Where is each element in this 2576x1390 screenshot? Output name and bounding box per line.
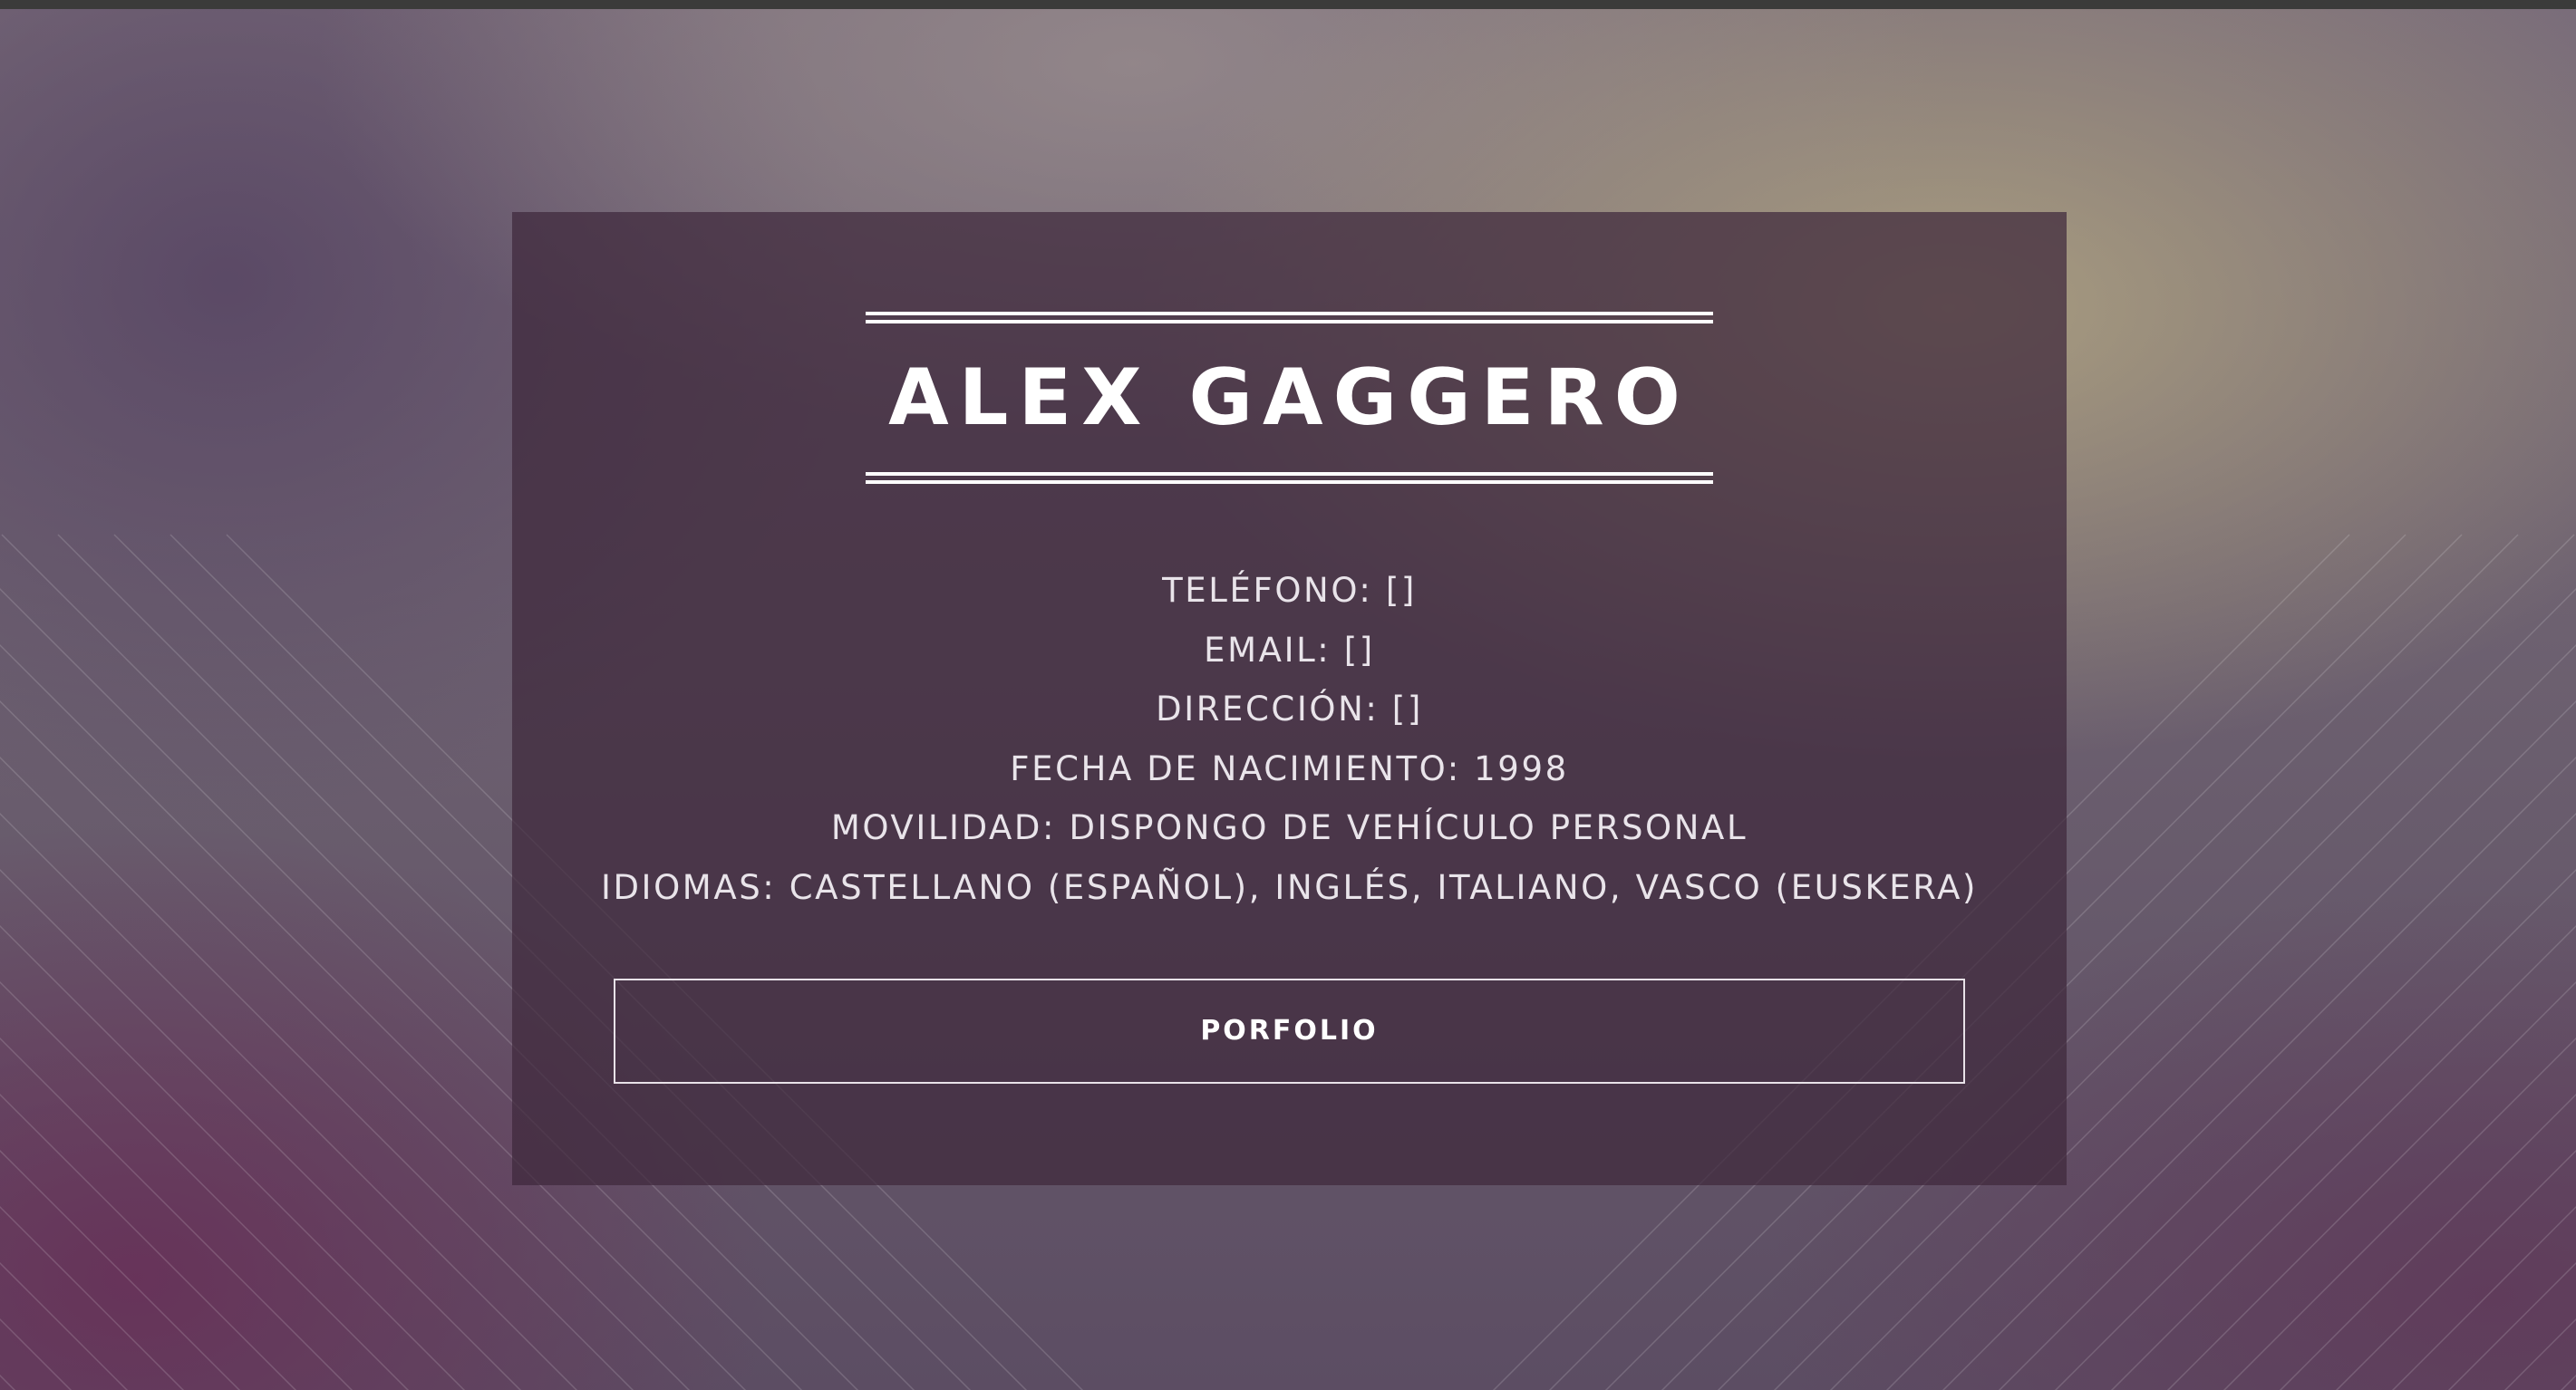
decorative-line [2447, 1261, 2576, 1390]
decorative-line [0, 1037, 353, 1390]
detail-address: DIRECCIÓN: [] [1156, 690, 1423, 729]
decorative-line [0, 924, 466, 1390]
decorative-line [0, 1149, 241, 1390]
page-title: ALEX GAGGERO [888, 352, 1690, 443]
decorative-line [2279, 1093, 2576, 1390]
decorative-line [0, 535, 9, 1390]
title-rule-bottom-2 [866, 480, 1713, 484]
portfolio-button[interactable]: PORFOLIO [614, 979, 1965, 1084]
decorative-line [2567, 535, 2576, 1390]
decorative-line [2166, 980, 2576, 1390]
decorative-line [2110, 924, 2576, 1390]
title-block: ALEX GAGGERO [866, 312, 1713, 484]
profile-card: ALEX GAGGERO TELÉFONO: [] EMAIL: [] DIRE… [512, 212, 2067, 1185]
decorative-line [2223, 1037, 2576, 1390]
detail-email: EMAIL: [] [1204, 630, 1375, 670]
title-rule-top-1 [866, 312, 1713, 315]
detail-languages: IDIOMAS: CASTELLANO (ESPAÑOL), INGLÉS, I… [600, 867, 1979, 907]
decorative-line [2391, 1205, 2576, 1390]
title-rule-bottom-1 [866, 472, 1713, 476]
detail-birth-date: FECHA DE NACIMIENTO: 1998 [1010, 748, 1569, 788]
decorative-line [2335, 1149, 2576, 1390]
decorative-line [0, 1205, 185, 1390]
detail-phone: TELÉFONO: [] [1162, 571, 1417, 610]
decorative-line [0, 1093, 297, 1390]
browser-top-bar [0, 0, 2576, 9]
detail-mobility: MOVILIDAD: DISPONGO DE VEHÍCULO PERSONAL [830, 808, 1748, 847]
contact-details-list: TELÉFONO: [] EMAIL: [] DIRECCIÓN: [] FEC… [512, 561, 2067, 917]
decorative-line [0, 1261, 129, 1390]
title-rule-top-2 [866, 320, 1713, 323]
decorative-line [0, 980, 410, 1390]
